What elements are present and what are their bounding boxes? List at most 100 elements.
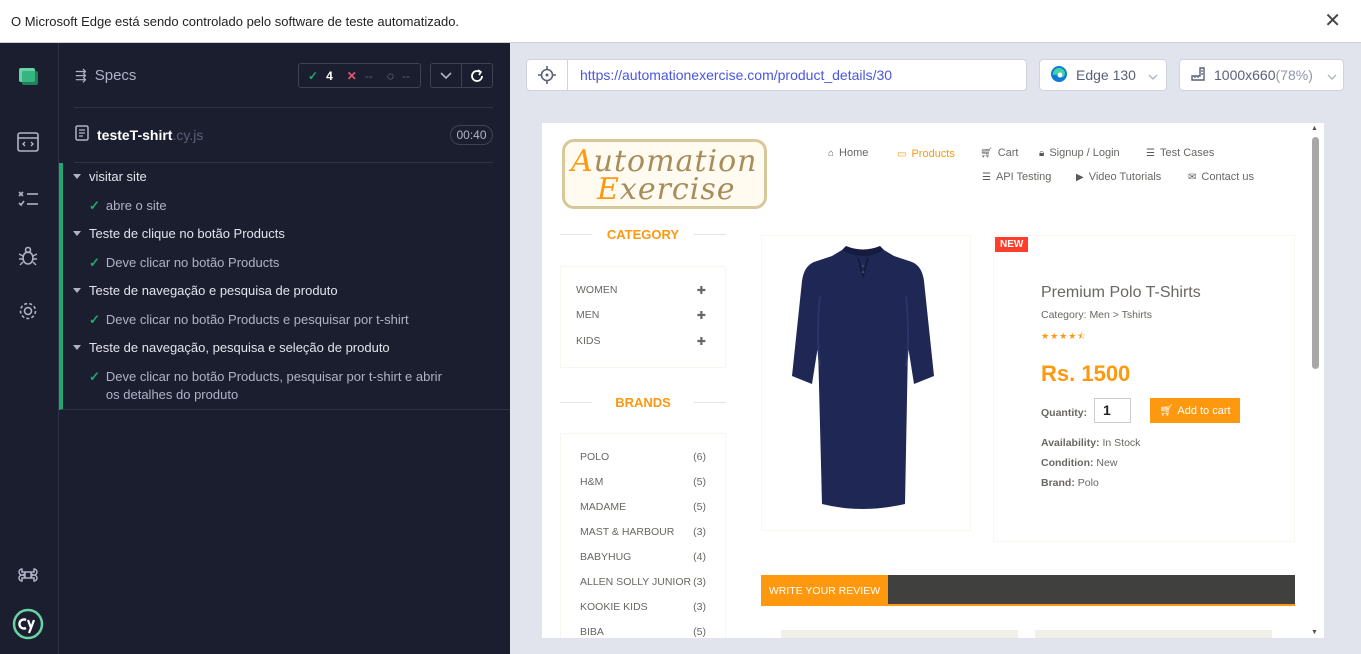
automation-infobar: O Microsoft Edge está sendo controlado p…: [0, 0, 1361, 43]
brands-panel: POLO (6) H&M (5) MADAME (5) MAST & HARBOUR(…: [560, 433, 726, 638]
url-text: https://automationexercise.com/product_d…: [580, 67, 893, 83]
test-row[interactable]: ✓ Deve clicar no botão Products e pesquis…: [89, 311, 409, 329]
review-section: WRITE YOUR REVIEW: [761, 575, 1295, 606]
brand-item[interactable]: MADAME (5): [580, 501, 706, 513]
specs-title: ⇶ Specs: [75, 67, 137, 84]
rerun-icon[interactable]: [462, 64, 492, 87]
failed-icon: ✕: [346, 68, 357, 83]
page-scrollbar[interactable]: ▲ ▼: [1307, 123, 1324, 638]
caret-down-icon: [73, 231, 81, 236]
polo-shirt-image: [792, 246, 934, 509]
file-icon: [75, 125, 89, 144]
specs-panel: ⇶ Specs ✓ 4 ✕ -- ◌ -- testeT-shirt.cy.js…: [59, 43, 510, 654]
caret-down-icon: [73, 174, 81, 179]
cart-icon: 🛒︎: [980, 147, 993, 159]
brand: Brand: Polo: [1041, 477, 1099, 489]
spec-file-row[interactable]: testeT-shirt.cy.js: [75, 125, 203, 144]
nav-cart[interactable]: 🛒︎ Cart: [980, 147, 1018, 159]
spec-file-ext: .cy.js: [172, 126, 204, 143]
passed-icon: ✓: [308, 68, 319, 83]
specs-list-icon: ⇶: [75, 67, 87, 83]
caret-down-icon: [73, 345, 81, 350]
browser-name: Edge 130: [1076, 67, 1136, 83]
chevron-down-icon[interactable]: [431, 64, 462, 87]
brand-item[interactable]: POLO (6): [580, 451, 706, 463]
rating-stars: ★★★★⯪: [1041, 331, 1087, 341]
list-icon: ☰: [1146, 147, 1155, 159]
cypress-sidebar: [0, 43, 59, 654]
scroll-down-icon[interactable]: ▼: [1311, 629, 1318, 636]
plus-icon[interactable]: ✚: [697, 309, 706, 322]
app-icon[interactable]: [15, 63, 41, 89]
suite-row[interactable]: visitar site: [73, 169, 147, 184]
product-category: Category: Men > Tshirts: [1041, 309, 1152, 321]
viewport-selector[interactable]: 1000x660(78%): [1179, 59, 1344, 91]
nav-signup-login[interactable]: 🔒︎ Signup / Login: [1039, 147, 1120, 159]
plus-icon[interactable]: ✚: [697, 335, 706, 348]
category-panel: WOMEN ✚ MEN ✚ KIDS ✚: [560, 266, 726, 368]
youtube-icon: ▶: [1076, 171, 1084, 183]
brands-title: BRANDS: [560, 395, 726, 410]
settings-gear-icon[interactable]: [15, 298, 41, 324]
close-icon[interactable]: ✕: [1324, 11, 1341, 31]
edge-icon: [1050, 65, 1068, 86]
test-row[interactable]: ✓ Deve clicar no botão Products, pesquisa…: [89, 368, 459, 404]
scroll-up-icon[interactable]: ▲: [1311, 125, 1318, 132]
nav-test-cases[interactable]: ☰ Test Cases: [1146, 147, 1214, 159]
brand-item[interactable]: KOOKIE KIDS (3): [580, 601, 706, 613]
nav-video-tutorials[interactable]: ▶ Video Tutorials: [1076, 171, 1161, 183]
write-review-tab[interactable]: WRITE YOUR REVIEW: [761, 575, 888, 606]
viewport-size: 1000x660(78%): [1214, 67, 1313, 83]
specs-icon[interactable]: [15, 129, 41, 155]
category-kids[interactable]: KIDS ✚: [576, 335, 706, 348]
add-to-cart-button[interactable]: 🛒︎ Add to cart: [1150, 398, 1240, 423]
chevron-down-icon: [1148, 67, 1158, 83]
runs-icon[interactable]: [15, 186, 41, 212]
condition: Condition: New: [1041, 457, 1118, 469]
browser-selector[interactable]: Edge 130: [1039, 59, 1167, 91]
debug-icon[interactable]: [15, 243, 41, 269]
nav-products[interactable]: ▭ Products: [897, 148, 955, 160]
check-icon: ✓: [89, 369, 100, 384]
nav-contact-us[interactable]: ✉ Contact us: [1188, 171, 1254, 183]
review-email-field[interactable]: [1035, 630, 1272, 638]
cypress-logo-icon: [11, 607, 45, 641]
check-icon: ✓: [89, 198, 100, 213]
product-price: Rs. 1500: [1041, 361, 1131, 386]
url-bar[interactable]: https://automationexercise.com/product_d…: [526, 59, 1027, 91]
category-women[interactable]: WOMEN ✚: [576, 284, 706, 297]
list-icon: ☰: [982, 171, 991, 183]
test-row[interactable]: ✓ Deve clicar no botão Products: [89, 254, 279, 272]
suite-row[interactable]: Teste de navegação e pesquisa de produto: [73, 283, 338, 298]
brand-item[interactable]: H&M (5): [580, 476, 706, 488]
brand-item[interactable]: BABYHUG (4): [580, 551, 706, 563]
product-info: NEW Premium Polo T-Shirts Category: Men …: [993, 235, 1295, 542]
nav-home[interactable]: ⌂ Home: [828, 147, 868, 159]
products-icon: ▭: [897, 148, 907, 160]
spec-file-name: testeT-shirt.cy.js: [97, 126, 204, 143]
review-name-field[interactable]: [781, 630, 1018, 638]
category-men[interactable]: MEN ✚: [576, 309, 706, 322]
brand-item[interactable]: BIBA (5): [580, 626, 706, 638]
brand-item[interactable]: MAST & HARBOUR (3): [580, 526, 706, 538]
site-logo[interactable]: Automation Exercise: [562, 139, 767, 209]
suite-row[interactable]: Teste de clique no botão Products: [73, 226, 285, 241]
quantity-input[interactable]: 1: [1094, 398, 1131, 423]
category-title: CATEGORY: [560, 227, 726, 242]
suite-row[interactable]: Teste de navegação, pesquisa e seleção d…: [73, 340, 390, 355]
plus-icon[interactable]: ✚: [697, 284, 706, 297]
test-list: visitar site ✓ abre o site Teste de cliqu…: [59, 163, 510, 410]
nav-api-testing[interactable]: ☰ API Testing: [982, 171, 1051, 183]
keyboard-shortcuts-icon[interactable]: [15, 562, 41, 588]
brand-item[interactable]: ALLEN SOLLY JUNIOR (3): [580, 576, 706, 588]
cart-icon: 🛒︎: [1159, 405, 1174, 417]
scrollbar-thumb[interactable]: [1312, 137, 1319, 369]
passed-count: 4: [326, 68, 333, 83]
pending-count: --: [401, 68, 410, 83]
selector-playground-icon[interactable]: [527, 60, 568, 90]
envelope-icon: ✉: [1188, 171, 1197, 183]
availability: Availability: In Stock: [1041, 437, 1141, 449]
ruler-icon: [1190, 66, 1206, 85]
test-row[interactable]: ✓ abre o site: [89, 197, 167, 215]
chevron-down-icon: [1327, 67, 1337, 83]
